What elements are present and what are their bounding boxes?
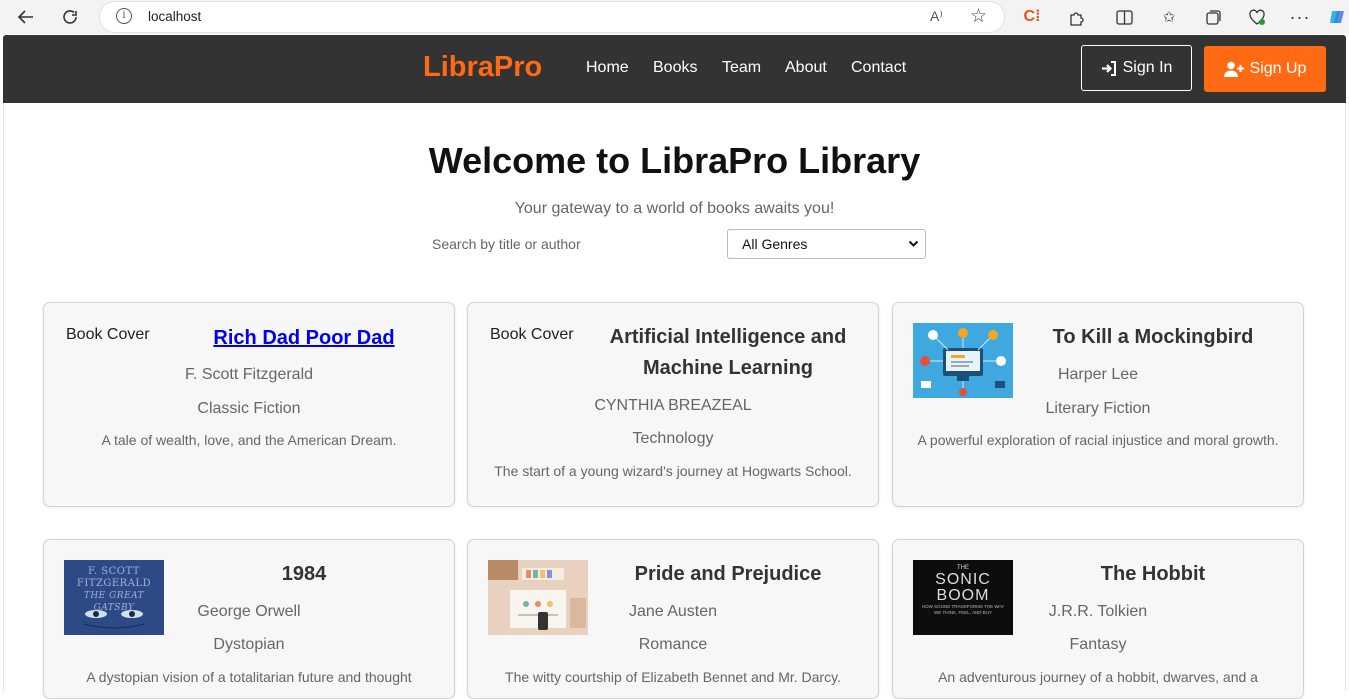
book-cover-desk-photo [488,560,588,635]
refresh-icon[interactable] [58,5,82,29]
book-author: F. Scott Fitzgerald [184,366,314,383]
book-cover-broken: Book Cover [64,323,166,398]
favorites-list-icon[interactable]: ✩ [1158,6,1180,28]
user-plus-icon [1223,61,1244,77]
site-info-icon[interactable]: i [116,8,132,24]
book-title: To Kill a Mockingbird [1052,326,1254,348]
sign-up-label: Sign Up [1249,60,1307,77]
chevron-down-icon [908,230,919,269]
nav-books[interactable]: Books [653,59,697,77]
address-bar[interactable]: i localhost A⁾ ☆ [100,2,1004,32]
genre-select-value: All Genres [742,236,808,252]
book-author: Harper Lee [1057,366,1139,383]
book-genre: Technology [632,430,714,447]
book-author: George Orwell [197,603,301,620]
book-author: J.R.R. Tolkien [1048,603,1148,620]
extensions-puzzle-icon[interactable] [1065,6,1087,28]
book-cover-broken: Book Cover [488,323,590,398]
book-description: A powerful exploration of racial injusti… [917,432,1279,448]
sign-in-label: Sign In [1122,59,1173,76]
page-border-left [3,103,4,691]
cover-alt-text: Book Cover [66,326,150,343]
page-subtitle: Your gateway to a world of books awaits … [514,200,835,217]
book-card[interactable]: F. SCOTT FITZGERALD THE GREAT GATSBY 198… [43,539,455,699]
browser-essentials-icon[interactable] [1246,6,1268,28]
site-header: LibraPro Home Books Team About Contact S… [3,35,1346,103]
genre-select[interactable]: All Genres [727,229,926,259]
sign-in-icon [1101,60,1116,76]
book-card[interactable]: To Kill a Mockingbird Harper Lee Literar… [892,302,1304,507]
nav-contact[interactable]: Contact [851,59,906,77]
book-genre: Classic Fiction [197,400,301,417]
book-cover-great-gatsby: F. SCOTT FITZGERALD THE GREAT GATSBY [64,560,164,635]
search-input[interactable] [425,232,724,256]
book-description: A tale of wealth, love, and the American… [101,432,397,448]
sign-in-button[interactable]: Sign In [1081,45,1192,91]
book-card[interactable]: Book Cover Rich Dad Poor Dad F. Scott Fi… [43,302,455,507]
book-card[interactable]: THE SONIC BOOM HOW SOUND TRANSFORMS THE … [892,539,1304,699]
cover-alt-text: Book Cover [490,326,574,343]
nav-team[interactable]: Team [722,59,761,77]
browser-toolbar: i localhost A⁾ ☆ C⁞ ✩ ··· [0,0,1349,34]
book-description: The witty courtship of Elizabeth Bennet … [505,669,841,685]
book-description: A dystopian vision of a totalitarian fut… [86,669,412,685]
book-title: Artificial Intelligence and Machine Lear… [609,326,847,379]
address-url: localhost [148,9,202,24]
copilot-icon[interactable] [1326,6,1348,28]
site-logo[interactable]: LibraPro [423,51,542,84]
favorite-star-icon[interactable]: ☆ [970,5,987,28]
book-genre: Fantasy [1069,636,1127,653]
page-border-right [1345,103,1346,691]
collections-icon[interactable] [1202,6,1224,28]
book-genre: Dystopian [213,636,285,653]
split-screen-icon[interactable] [1113,6,1135,28]
page-title: Welcome to LibraPro Library [428,140,921,181]
book-cover-tech-illustration [913,323,1013,398]
book-description: The start of a young wizard's journey at… [494,463,852,479]
extension-c-icon[interactable]: C⁞ [1021,6,1043,28]
book-card[interactable]: Pride and Prejudice Jane Austen Romance … [467,539,879,699]
book-description: An adventurous journey of a hobbit, dwar… [938,669,1258,685]
sign-up-button[interactable]: Sign Up [1204,46,1326,92]
read-aloud-icon[interactable]: A⁾ [930,8,943,25]
book-author: CYNTHIA BREAZEAL [594,397,752,414]
nav-home[interactable]: Home [586,59,629,77]
more-menu-icon[interactable]: ··· [1289,6,1311,28]
book-cover-sonic-boom: THE SONIC BOOM HOW SOUND TRANSFORMS THE … [913,560,1013,635]
book-genre: Literary Fiction [1045,400,1151,417]
book-title: 1984 [281,563,327,585]
book-title: Pride and Prejudice [634,563,822,585]
book-card[interactable]: Book Cover Artificial Intelligence and M… [467,302,879,507]
nav-about[interactable]: About [785,59,827,77]
back-arrow-icon[interactable] [14,5,38,29]
book-title: The Hobbit [1100,563,1206,585]
book-author: Jane Austen [628,603,718,620]
book-title-link[interactable]: Rich Dad Poor Dad [164,323,444,354]
book-genre: Romance [638,636,708,653]
